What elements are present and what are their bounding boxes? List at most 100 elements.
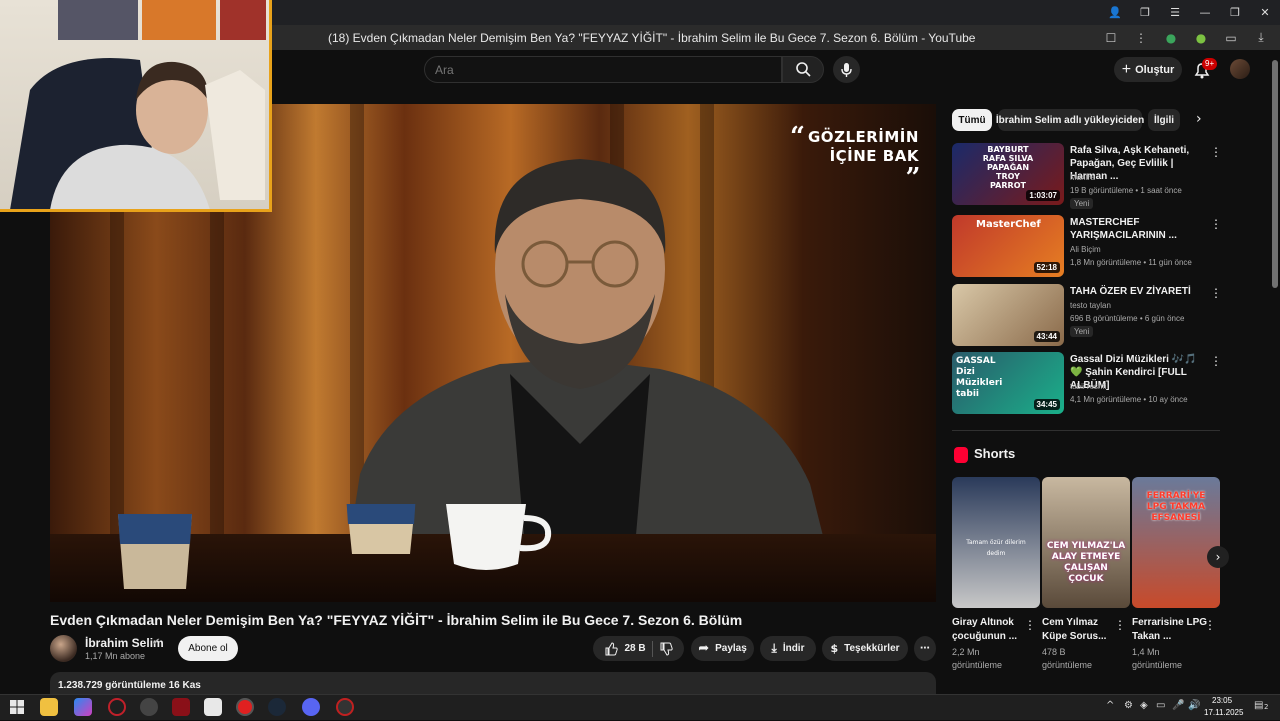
- recommendation-meta: 1,8 Mn görüntüleme • 11 gün önce: [1070, 258, 1192, 267]
- account-avatar[interactable]: [1230, 59, 1250, 79]
- chevron-right-icon[interactable]: ›: [1196, 111, 1214, 129]
- notification-badge: 9+: [1202, 58, 1218, 70]
- view-count-date: 1.238.729 görüntüleme 16 Kas: [58, 680, 201, 691]
- short-views: 1,4 Mn görüntüleme: [1132, 647, 1183, 670]
- extension-icon[interactable]: ●: [1158, 27, 1184, 48]
- more-vert-icon[interactable]: ⋮: [1210, 354, 1222, 368]
- subscribe-button[interactable]: Abone ol: [178, 636, 238, 661]
- video-duration: 1:03:07: [1026, 190, 1060, 201]
- short-thumbnail[interactable]: Tamam özür dilerim dedim: [952, 477, 1040, 608]
- download-icon[interactable]: ⤓: [1248, 27, 1274, 48]
- minimize-icon[interactable]: —: [1190, 0, 1220, 25]
- copilot-icon[interactable]: [74, 698, 92, 716]
- thanks-icon: $: [830, 642, 839, 655]
- share-button[interactable]: ➦ Paylaş: [691, 636, 754, 661]
- microphone-tray-icon[interactable]: 🎤: [1172, 700, 1184, 711]
- profile-icon[interactable]: 👤: [1100, 0, 1130, 25]
- sidebar-icon[interactable]: ▭: [1218, 27, 1244, 48]
- extension-icon[interactable]: ●: [1188, 27, 1214, 48]
- bookmark-icon[interactable]: ☐: [1098, 27, 1124, 48]
- chip-all[interactable]: Tümü: [952, 109, 992, 131]
- video-duration: 52:18: [1033, 262, 1060, 273]
- app-icon[interactable]: [172, 698, 190, 716]
- tray-app-icon[interactable]: ◈: [1140, 700, 1148, 711]
- address-bar-icons: ☐ ⋮ ● ● ▭ ⤓: [1098, 27, 1274, 48]
- recommendation-channel[interactable]: tabii resmi: [1070, 382, 1106, 391]
- search-bar: [424, 56, 824, 83]
- windows-start-icon[interactable]: [8, 698, 26, 716]
- volume-icon[interactable]: 🔊: [1188, 700, 1200, 711]
- short-title[interactable]: Ferrarisine LPG Takan ...: [1132, 616, 1208, 644]
- more-vert-icon[interactable]: ⋮: [1204, 618, 1216, 632]
- more-actions-button[interactable]: ⋯: [914, 636, 936, 661]
- thumbnail-text: MasterChef: [976, 219, 1041, 230]
- menu-icon[interactable]: ☰: [1160, 0, 1190, 25]
- create-button[interactable]: + Oluştur: [1114, 57, 1182, 82]
- notification-center-icon[interactable]: ▤: [1254, 700, 1263, 711]
- page-scrollbar[interactable]: [1272, 60, 1278, 288]
- close-icon[interactable]: ✕: [1250, 0, 1280, 25]
- tray-app-icon[interactable]: ⚙: [1124, 700, 1133, 711]
- app-icon[interactable]: [140, 698, 158, 716]
- recommendation-thumbnail[interactable]: GASSAL Dizi Müzikleri tabii 34:45: [952, 352, 1064, 414]
- short-thumbnail[interactable]: CEM YILMAZ'LA ALAY ETMEYE ÇALIŞAN ÇOCUK: [1042, 477, 1130, 608]
- shorts-section-title: Shorts: [974, 446, 1016, 461]
- thanks-button[interactable]: $ Teşekkürler: [822, 636, 908, 661]
- search-button[interactable]: [782, 56, 824, 83]
- recommendation-meta: 696 B görüntüleme • 6 gün önce: [1070, 314, 1185, 323]
- discord-icon[interactable]: [302, 698, 320, 716]
- recommendation-item[interactable]: GASSAL Dizi Müzikleri tabii 34:45 Gassal…: [952, 352, 1222, 414]
- more-vert-icon[interactable]: ⋮: [1024, 618, 1036, 632]
- recommendation-channel[interactable]: Ali Biçim: [1070, 245, 1101, 254]
- more-vert-icon[interactable]: ⋮: [1210, 217, 1222, 231]
- channel-avatar[interactable]: [50, 635, 77, 662]
- restore-icon[interactable]: ❐: [1220, 0, 1250, 25]
- more-vert-icon[interactable]: ⋮: [1210, 286, 1222, 300]
- more-vert-icon[interactable]: ⋮: [1210, 145, 1222, 159]
- chevron-up-icon[interactable]: ^: [1106, 700, 1114, 711]
- yandex-browser-icon[interactable]: [236, 698, 254, 716]
- more-vert-icon[interactable]: ⋮: [1114, 618, 1126, 632]
- search-input[interactable]: [424, 56, 782, 83]
- thumbnail-text: GASSAL Dizi Müzikleri tabii: [956, 356, 1003, 399]
- chip-from-uploader[interactable]: İbrahim Selim adlı yükleyiciden: [996, 109, 1144, 131]
- streamer-silhouette: [10, 58, 265, 209]
- recommendation-thumbnail[interactable]: 43:44: [952, 284, 1064, 346]
- download-button[interactable]: ⤓ İndir: [760, 636, 816, 661]
- recommendation-item[interactable]: BAYBURT RAFA SILVA PAPAĞAN TROY PARROT 1…: [952, 143, 1222, 209]
- store-icon[interactable]: [204, 698, 222, 716]
- network-icon[interactable]: ▭: [1156, 700, 1165, 711]
- like-button[interactable]: 28 B: [604, 641, 646, 656]
- recommendation-thumbnail[interactable]: BAYBURT RAFA SILVA PAPAĞAN TROY PARROT 1…: [952, 143, 1064, 205]
- short-thumbnail[interactable]: FERRARİ'YE LPG TAKMA EFSANESİ: [1132, 477, 1220, 608]
- opera-icon[interactable]: [108, 698, 126, 716]
- recommendation-channel[interactable]: Mantra: [1070, 173, 1095, 182]
- share-label: Paylaş: [715, 643, 747, 654]
- create-label: Oluştur: [1135, 63, 1175, 76]
- short-title[interactable]: Giray Altınok çocuğunun ...: [952, 616, 1028, 644]
- search-icon: [796, 62, 811, 77]
- recommendation-item[interactable]: MasterChef 52:18 MASTERCHEF YARIŞMACILAR…: [952, 215, 1222, 277]
- like-dislike-group: 28 B: [593, 636, 684, 661]
- short-title[interactable]: Cem Yılmaz Küpe Sorus...: [1042, 616, 1118, 644]
- video-duration: 43:44: [1033, 331, 1060, 342]
- thumbnail-text: BAYBURT RAFA SILVA PAPAĞAN TROY PARROT: [982, 145, 1034, 190]
- recommendation-thumbnail[interactable]: MasterChef 52:18: [952, 215, 1064, 277]
- collections-icon[interactable]: ❐: [1130, 0, 1160, 25]
- new-badge: Yeni: [1070, 326, 1094, 337]
- subscriber-count: 1,17 Mn abone: [85, 651, 146, 661]
- clock-date[interactable]: 17.11.2025: [1204, 708, 1243, 717]
- voice-search-button[interactable]: [833, 56, 860, 83]
- recommendation-meta: 4,1 Mn görüntüleme • 10 ay önce: [1070, 395, 1188, 404]
- chip-related[interactable]: İlgili: [1148, 109, 1180, 131]
- thumbs-down-icon[interactable]: [659, 642, 673, 656]
- file-explorer-icon[interactable]: [40, 698, 58, 716]
- chevron-right-icon[interactable]: ›: [1207, 546, 1229, 568]
- like-divider: [651, 640, 653, 657]
- recommendation-channel[interactable]: testo taylan: [1070, 301, 1111, 310]
- clock-time[interactable]: 23:05: [1212, 696, 1232, 705]
- obs-icon[interactable]: [336, 698, 354, 716]
- recommendation-item[interactable]: 43:44 TAHA ÖZER EV ZİYARETİ testo taylan…: [952, 284, 1222, 346]
- steam-icon[interactable]: [268, 698, 286, 716]
- more-vert-icon[interactable]: ⋮: [1128, 27, 1154, 48]
